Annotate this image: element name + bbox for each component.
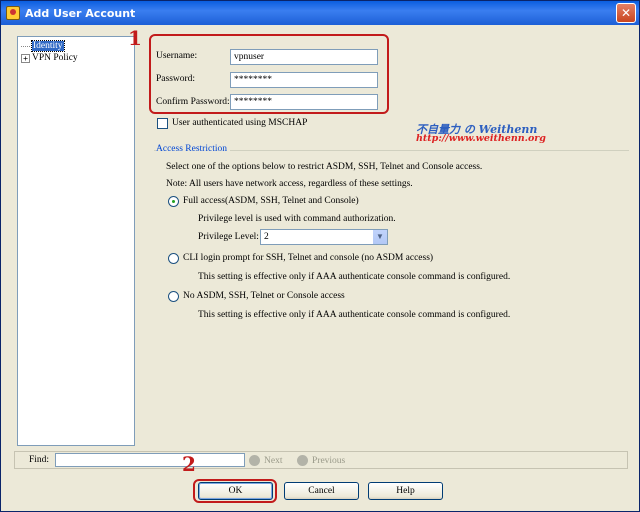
mschap-checkbox[interactable] <box>157 118 168 129</box>
app-icon <box>6 6 20 20</box>
password-label: Password: <box>156 74 196 84</box>
find-bar: Find: Next Previous <box>14 451 628 469</box>
confirm-password-label: Confirm Password: <box>156 97 230 107</box>
cancel-button[interactable]: Cancel <box>284 482 359 500</box>
access-intro-text: Select one of the options below to restr… <box>166 162 483 172</box>
privilege-level-value: 2 <box>264 232 269 242</box>
tree-item-label: VPN Policy <box>32 53 78 63</box>
full-access-description: Privilege level is used with command aut… <box>198 214 396 224</box>
cli-login-description: This setting is effective only if AAA au… <box>198 272 511 282</box>
username-input[interactable]: vpnuser <box>230 49 378 65</box>
privilege-level-select[interactable]: 2 ▼ <box>260 229 388 245</box>
mschap-label: User authenticated using MSCHAP <box>172 118 308 128</box>
find-next-option[interactable]: Next <box>249 455 282 466</box>
cli-login-label: CLI login prompt for SSH, Telnet and con… <box>183 253 434 263</box>
find-next-label: Next <box>264 455 283 466</box>
confirm-password-input[interactable]: ******** <box>230 94 378 110</box>
access-restriction-title: Access Restriction <box>156 144 230 154</box>
chevron-down-icon[interactable]: ▼ <box>372 230 387 244</box>
annotation-marker-1: 1 <box>128 26 142 50</box>
privilege-level-label: Privilege Level: <box>198 232 259 242</box>
no-access-label: No ASDM, SSH, Telnet or Console access <box>183 291 345 301</box>
tree-connector <box>21 45 30 47</box>
tree-item-vpn-policy[interactable]: + VPN Policy <box>21 52 78 64</box>
previous-icon <box>297 455 308 466</box>
full-access-label: Full access(ASDM, SSH, Telnet and Consol… <box>183 196 359 206</box>
annotation-marker-2: 2 <box>182 452 196 476</box>
no-access-radio[interactable] <box>168 291 179 302</box>
no-access-description: This setting is effective only if AAA au… <box>198 310 511 320</box>
help-button[interactable]: Help <box>368 482 443 500</box>
access-note-text: Note: All users have network access, reg… <box>166 179 413 189</box>
full-access-radio[interactable] <box>168 196 179 207</box>
find-previous-option[interactable]: Previous <box>297 455 345 466</box>
tree-item-label: Identity <box>31 40 65 52</box>
add-user-account-dialog: Add User Account ✕ Identity + VPN Policy… <box>0 0 640 512</box>
expand-icon[interactable]: + <box>21 53 30 63</box>
navigation-tree: Identity + VPN Policy <box>17 36 135 446</box>
title-bar: Add User Account ✕ <box>1 1 639 25</box>
close-button[interactable]: ✕ <box>616 3 636 23</box>
find-previous-label: Previous <box>312 455 346 466</box>
find-input[interactable] <box>55 453 245 467</box>
find-label: Find: <box>29 455 50 465</box>
username-label: Username: <box>156 51 198 61</box>
ok-button[interactable]: OK <box>198 482 273 500</box>
watermark-url: http://www.weithenn.org <box>416 133 546 144</box>
password-input[interactable]: ******** <box>230 72 378 88</box>
cli-login-radio[interactable] <box>168 253 179 264</box>
window-title: Add User Account <box>25 6 136 20</box>
next-icon <box>249 455 260 466</box>
dialog-content: Identity + VPN Policy 1 Username: vpnuse… <box>4 25 636 509</box>
tree-item-identity[interactable]: Identity <box>21 40 65 52</box>
